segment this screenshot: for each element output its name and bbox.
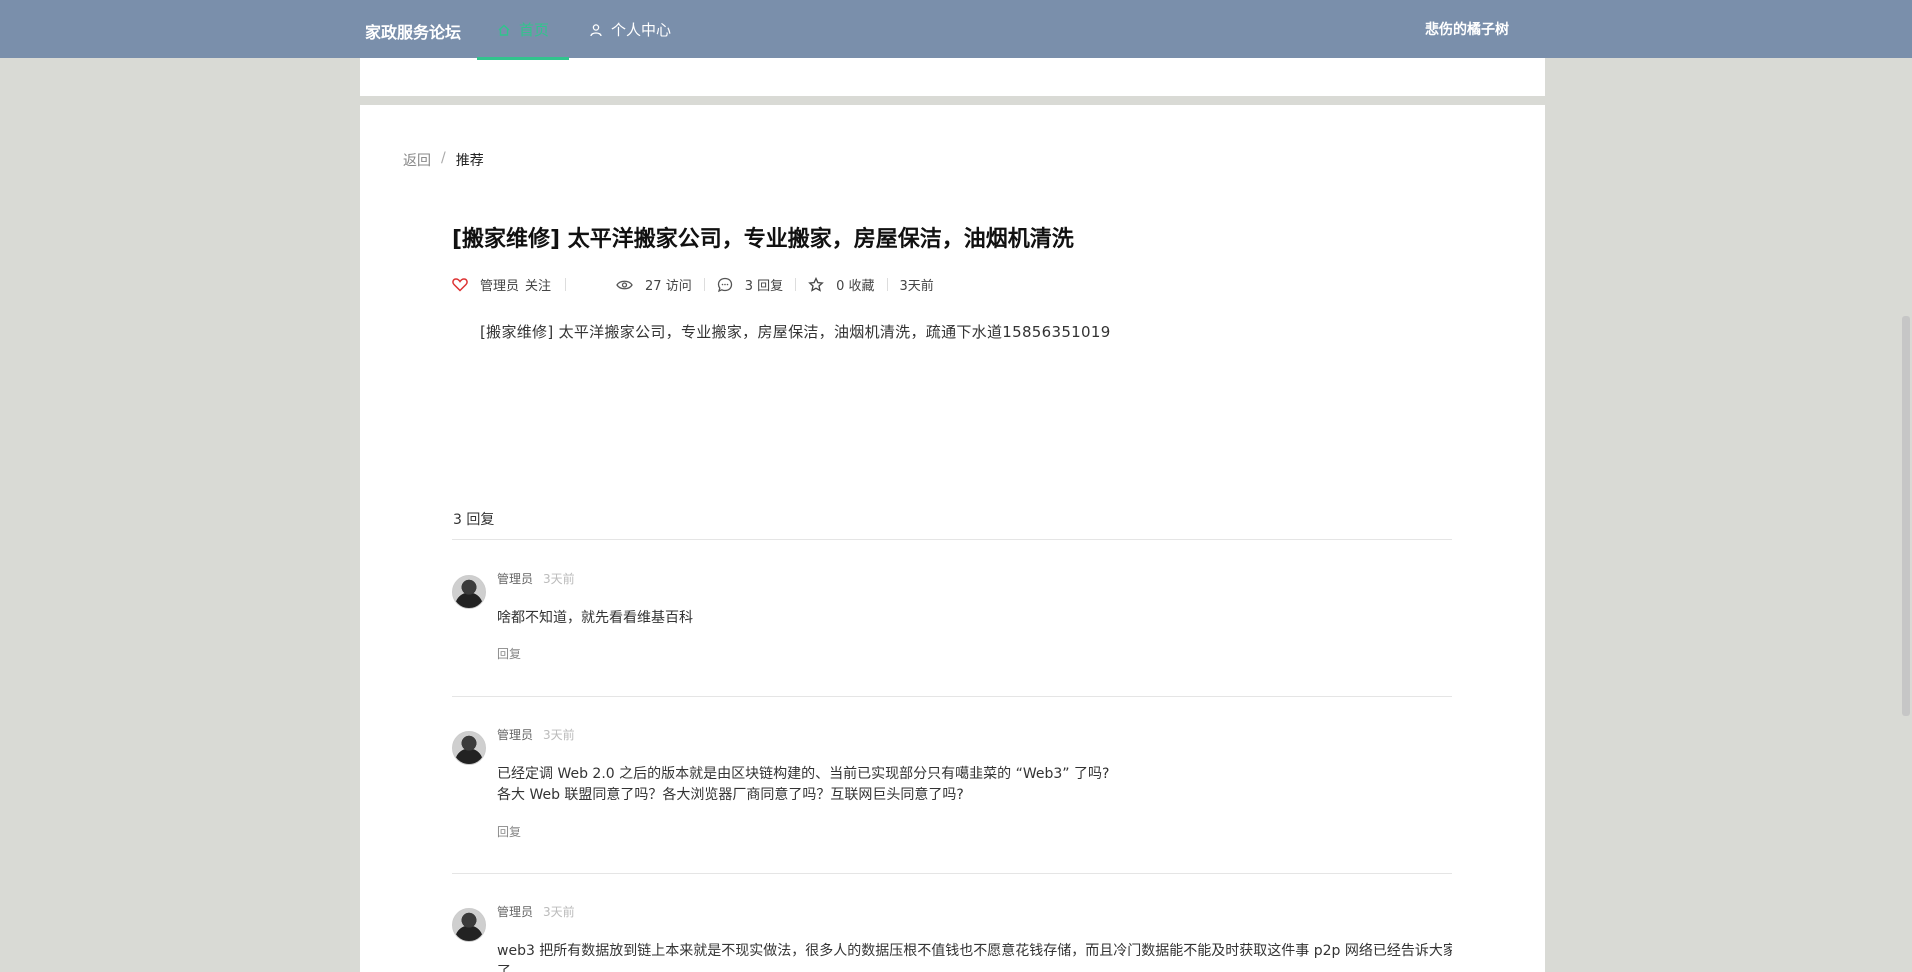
comment-body: web3 把所有数据放到链上本来就是不现实做法，很多人的数据压根不值钱也不愿意花… bbox=[497, 941, 1452, 972]
post-meta: 管理员 关注 27 访问 3 回复 0 收藏 3天前 bbox=[452, 275, 934, 294]
user-icon bbox=[590, 23, 602, 36]
post-author[interactable]: 管理员 bbox=[480, 275, 519, 294]
post-content: [搬家维修] 太平洋搬家公司，专业搬家，房屋保洁，油烟机清洗，疏通下水道1585… bbox=[480, 323, 1111, 341]
comment-item: 管理员 3天前 web3 把所有数据放到链上本来就是不现实做法，很多人的数据压根… bbox=[452, 903, 1452, 972]
comment-divider bbox=[452, 873, 1452, 874]
comment-time: 3天前 bbox=[543, 905, 575, 919]
breadcrumb-back-link[interactable]: 返回 bbox=[403, 150, 431, 170]
comment-line: web3 把所有数据放到链上本来就是不现实做法，很多人的数据压根不值钱也不愿意花… bbox=[497, 943, 1452, 972]
comment-body: 已经定调 Web 2.0 之后的版本就是由区块链构建的、当前已实现部分只有噶韭菜… bbox=[497, 764, 1457, 806]
avatar[interactable] bbox=[452, 575, 486, 609]
favorite-count: 0 收藏 bbox=[836, 279, 875, 294]
comment-reply-button[interactable]: 回复 bbox=[497, 645, 521, 662]
visit-count: 27 访问 bbox=[645, 279, 692, 294]
meta-divider bbox=[795, 278, 797, 291]
comment-header: 管理员 3天前 bbox=[497, 903, 575, 920]
comment-author[interactable]: 管理员 bbox=[497, 903, 533, 920]
header-panel bbox=[360, 58, 1545, 96]
site-brand[interactable]: 家政服务论坛 bbox=[365, 19, 461, 43]
nav-home-label: 首页 bbox=[519, 21, 550, 39]
avatar[interactable] bbox=[452, 908, 486, 942]
comment-author[interactable]: 管理员 bbox=[497, 570, 533, 587]
comment-line: 各大 Web 联盟同意了吗？各大浏览器厂商同意了吗？互联网巨头同意了吗? bbox=[497, 787, 964, 803]
reply-count-meta: 3 回复 bbox=[744, 279, 784, 294]
eye-icon bbox=[616, 280, 633, 289]
post-title: [搬家维修] 太平洋搬家公司，专业搬家，房屋保洁，油烟机清洗 bbox=[452, 227, 1074, 252]
meta-divider bbox=[703, 278, 705, 291]
nav-item-personal-center[interactable]: 个人中心 bbox=[589, 19, 671, 40]
comment-header: 管理员 3天前 bbox=[497, 570, 575, 587]
nav-active-indicator bbox=[477, 57, 569, 60]
replies-header: 3 回复 bbox=[453, 512, 495, 528]
comment-line: 已经定调 Web 2.0 之后的版本就是由区块链构建的、当前已实现部分只有噶韭菜… bbox=[497, 766, 1110, 782]
post-detail-panel: 返回 / 推荐 [搬家维修] 太平洋搬家公司，专业搬家，房屋保洁，油烟机清洗 管… bbox=[360, 105, 1545, 972]
breadcrumb-current: 推荐 bbox=[455, 153, 484, 169]
comment-item: 管理员 3天前 啥都不知道，就先看看维基百科 回复 bbox=[452, 570, 1452, 680]
meta-divider bbox=[886, 278, 888, 291]
nav-personal-label: 个人中心 bbox=[611, 21, 672, 39]
post-time: 3天前 bbox=[899, 279, 934, 294]
comment-author[interactable]: 管理员 bbox=[497, 726, 533, 743]
comment-time: 3天前 bbox=[543, 572, 575, 586]
follow-button[interactable]: 关注 bbox=[525, 275, 551, 294]
page-scrollbar[interactable] bbox=[1900, 0, 1912, 972]
star-icon[interactable] bbox=[808, 276, 824, 293]
comment-line: 啥都不知道，就先看看维基百科 bbox=[497, 610, 693, 626]
home-icon bbox=[498, 24, 510, 36]
avatar[interactable] bbox=[452, 731, 486, 765]
comment-item: 管理员 3天前 已经定调 Web 2.0 之后的版本就是由区块链构建的、当前已实… bbox=[452, 726, 1452, 856]
current-user-name[interactable]: 悲伤的橘子树 bbox=[1425, 19, 1509, 39]
replies-divider bbox=[452, 539, 1452, 540]
comment-reply-button[interactable]: 回复 bbox=[497, 823, 521, 840]
nav-item-home[interactable]: 首页 bbox=[497, 19, 549, 40]
top-navigation-bar: 家政服务论坛 首页 个人中心 悲伤的橘子树 bbox=[0, 0, 1912, 60]
comment-icon bbox=[717, 277, 732, 292]
comment-divider bbox=[452, 696, 1452, 697]
meta-divider bbox=[565, 278, 567, 291]
comment-time: 3天前 bbox=[543, 728, 575, 742]
comment-header: 管理员 3天前 bbox=[497, 726, 575, 743]
heart-icon[interactable] bbox=[452, 277, 468, 292]
comment-body: 啥都不知道，就先看看维基百科 bbox=[497, 608, 1457, 629]
breadcrumb: 返回 / 推荐 bbox=[403, 150, 484, 170]
scrollbar-thumb[interactable] bbox=[1902, 316, 1910, 716]
breadcrumb-separator: / bbox=[441, 150, 446, 166]
